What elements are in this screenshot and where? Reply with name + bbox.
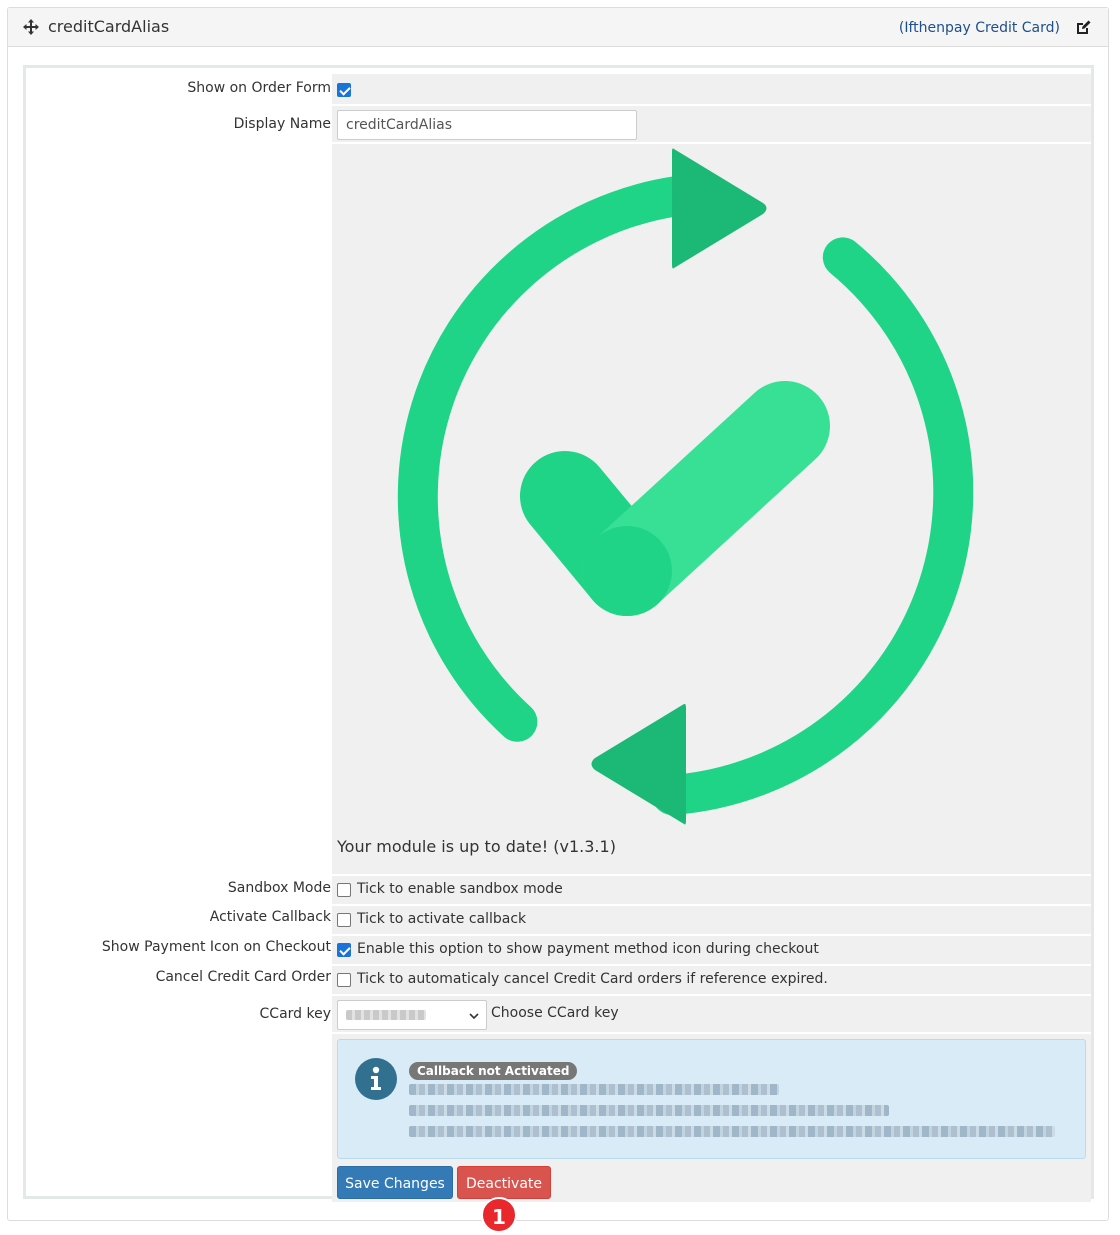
activate-callback-checkbox[interactable]	[337, 913, 351, 927]
module-title: creditCardAlias	[48, 17, 170, 36]
cancel-order-row: Cancel Credit Card Order Tick to automat…	[26, 964, 1091, 994]
info-icon	[355, 1058, 397, 1100]
sandbox-mode-checkbox[interactable]	[337, 883, 351, 897]
cancel-order-label: Cancel Credit Card Order	[155, 969, 331, 985]
edit-icon[interactable]	[1074, 19, 1092, 37]
update-status-row: Your module is up to date! (v1.3.1)	[26, 144, 1091, 874]
update-status-text: Your module is up to date! (v1.3.1)	[337, 837, 616, 856]
callback-status-badge: Callback not Activated	[409, 1062, 578, 1080]
ccard-key-help: Choose CCard key	[491, 1005, 619, 1021]
move-icon[interactable]	[22, 18, 40, 36]
activate-callback-row: Activate Callback Tick to activate callb…	[26, 904, 1091, 934]
show-payment-icon-row: Show Payment Icon on Checkout Enable thi…	[26, 934, 1091, 964]
callback-info-alert: Callback not Activated	[337, 1039, 1086, 1159]
cancel-order-text: Tick to automaticaly cancel Credit Card …	[357, 971, 828, 987]
activate-callback-label: Activate Callback	[209, 909, 331, 925]
sandbox-mode-row: Sandbox Mode Tick to enable sandbox mode	[26, 874, 1091, 904]
sandbox-mode-field: Tick to enable sandbox mode	[332, 876, 1091, 904]
activate-callback-field: Tick to activate callback	[332, 906, 1091, 934]
actions-field: Save Changes Deactivate	[332, 1164, 1091, 1202]
display-name-input[interactable]	[337, 110, 637, 140]
ccard-key-field: Choose CCard key	[332, 996, 1091, 1032]
ccard-key-select[interactable]	[337, 1000, 487, 1030]
module-panel: creditCardAlias (Ifthenpay Credit Card) …	[7, 7, 1109, 1221]
sandbox-mode-label: Sandbox Mode	[227, 880, 331, 896]
cancel-order-field: Tick to automaticaly cancel Credit Card …	[332, 966, 1091, 994]
module-panel-header: creditCardAlias (Ifthenpay Credit Card)	[8, 8, 1108, 47]
cancel-order-checkbox[interactable]	[337, 973, 351, 987]
ccard-key-select-value	[346, 1010, 426, 1020]
callback-info-line	[409, 1126, 1055, 1137]
sandbox-mode-text: Tick to enable sandbox mode	[357, 881, 563, 897]
show-on-order-form-checkbox[interactable]	[337, 83, 351, 97]
update-status-panel: Your module is up to date! (v1.3.1)	[332, 144, 1091, 874]
module-settings-form: Show on Order Form Display Name creditCa…	[23, 65, 1094, 1202]
sync-check-icon	[397, 148, 974, 825]
chevron-down-icon	[469, 1013, 479, 1020]
callback-info-line	[409, 1084, 779, 1095]
show-on-order-form-label: Show on Order Form	[187, 80, 331, 96]
step-marker: 1	[481, 1197, 517, 1233]
show-payment-icon-label: Show Payment Icon on Checkout	[101, 939, 331, 955]
show-payment-icon-checkbox[interactable]	[337, 943, 351, 957]
show-on-order-form-row: Show on Order Form	[26, 74, 1091, 104]
display-name-row: Display Name	[26, 104, 1091, 144]
show-payment-icon-field: Enable this option to show payment metho…	[332, 936, 1091, 964]
ccard-key-row: CCard key Choose CCard key	[26, 994, 1091, 1034]
callback-alert-field: Callback not Activated	[332, 1034, 1091, 1164]
callback-info-line	[409, 1105, 889, 1116]
callback-alert-row: Callback not Activated	[26, 1034, 1091, 1164]
actions-row: Save Changes Deactivate	[26, 1164, 1091, 1202]
deactivate-button[interactable]: Deactivate	[457, 1166, 551, 1199]
activate-callback-text: Tick to activate callback	[357, 911, 527, 927]
show-on-order-form-field	[332, 74, 1091, 104]
display-name-field	[332, 106, 1091, 142]
save-changes-button[interactable]: Save Changes	[337, 1166, 453, 1199]
display-name-label: Display Name	[233, 116, 331, 132]
show-payment-icon-text: Enable this option to show payment metho…	[357, 941, 819, 957]
ccard-key-label: CCard key	[259, 1006, 331, 1022]
gateway-name: (Ifthenpay Credit Card)	[898, 20, 1060, 36]
